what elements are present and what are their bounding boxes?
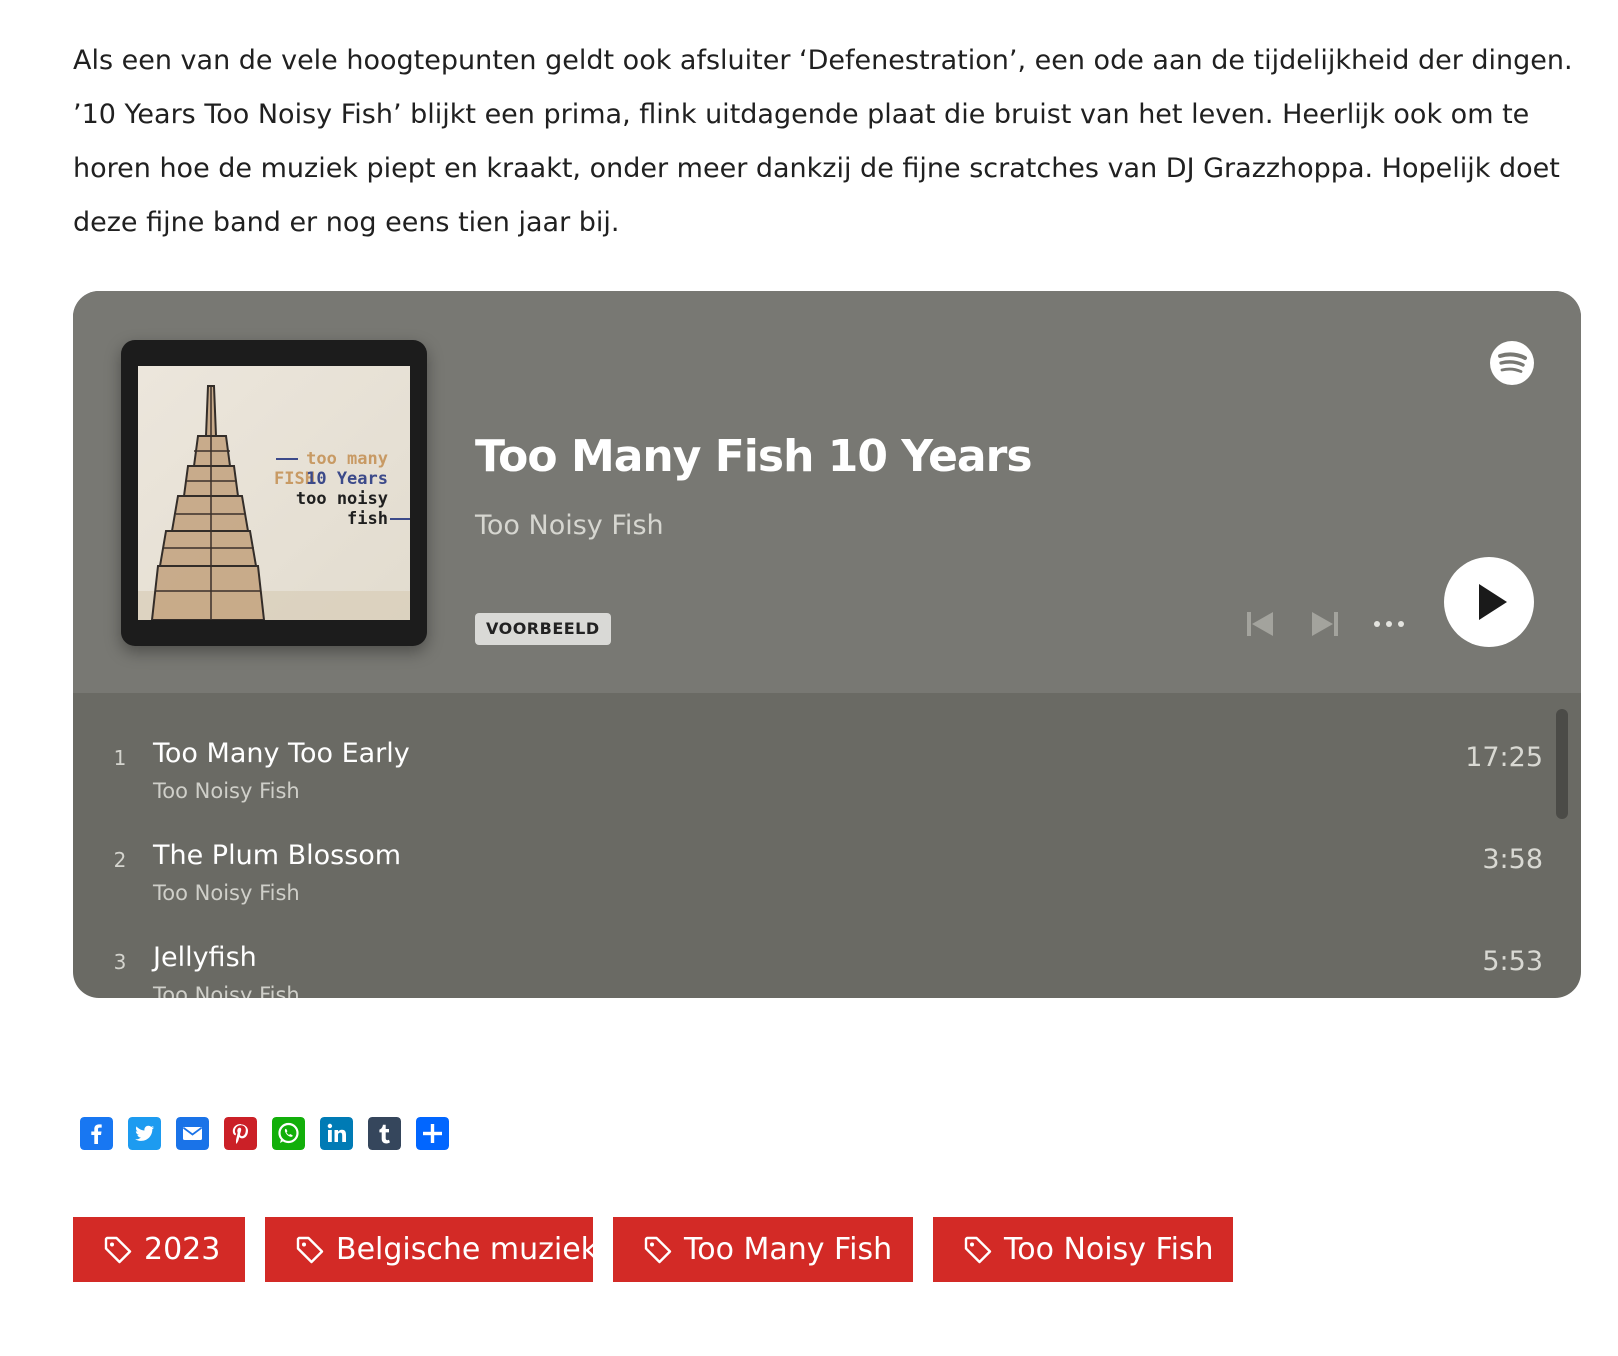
track-artist: Too Noisy Fish — [153, 881, 300, 905]
cover-text-line1: too many — [306, 449, 388, 469]
linkedin-icon[interactable] — [320, 1117, 353, 1150]
preview-badge: VOORBEELD — [475, 613, 611, 645]
track-duration: 5:53 — [1482, 946, 1543, 977]
track-artist: Too Noisy Fish — [153, 983, 300, 998]
album-artist[interactable]: Too Noisy Fish — [475, 510, 664, 541]
article-paragraph: Als een van de vele hoogtepunten geldt o… — [73, 45, 1573, 238]
cover-text-line2b: 10 Years — [306, 469, 388, 489]
track-number: 2 — [113, 848, 127, 872]
cover-text-line3: too noisy — [296, 489, 388, 509]
tracklist-scrollbar[interactable] — [1556, 709, 1568, 819]
album-cover[interactable]: too many FISH 10 Years too noisy fish — [121, 340, 427, 646]
track-row[interactable]: 1 Too Many Too Early Too Noisy Fish 17:2… — [73, 708, 1543, 808]
next-track-icon[interactable] — [1305, 604, 1345, 644]
track-artist: Too Noisy Fish — [153, 779, 300, 803]
tumblr-icon[interactable] — [368, 1117, 401, 1150]
track-number: 3 — [113, 950, 127, 974]
track-title: Too Many Too Early — [153, 738, 410, 769]
track-duration: 3:58 — [1482, 844, 1543, 875]
tag-link[interactable]: Belgische muziek — [265, 1217, 598, 1282]
previous-track-icon[interactable] — [1240, 604, 1280, 644]
tag-icon — [296, 1236, 324, 1264]
play-button[interactable] — [1444, 557, 1534, 647]
track-title: The Plum Blossom — [153, 840, 402, 871]
tag-label: Belgische muziek — [336, 1232, 599, 1267]
tag-link[interactable]: Too Many Fish — [613, 1217, 913, 1282]
email-icon[interactable] — [176, 1117, 209, 1150]
pinterest-icon[interactable] — [224, 1117, 257, 1150]
tag-label: Too Many Fish — [684, 1232, 893, 1267]
tag-label: 2023 — [144, 1232, 221, 1267]
facebook-icon[interactable] — [80, 1117, 113, 1150]
tag-icon — [964, 1236, 992, 1264]
cover-text-line4: fish — [347, 509, 388, 529]
add-share-icon[interactable] — [416, 1117, 449, 1150]
whatsapp-icon[interactable] — [272, 1117, 305, 1150]
tag-link[interactable]: 2023 — [73, 1217, 245, 1282]
album-title[interactable]: Too Many Fish 10 Years — [475, 431, 1033, 482]
track-row[interactable]: 3 Jellyfish Too Noisy Fish 5:53 — [73, 912, 1543, 998]
album-cover-art: too many FISH 10 Years too noisy fish — [138, 366, 410, 620]
tag-icon — [104, 1236, 132, 1264]
track-title: Jellyfish — [153, 942, 257, 973]
spotify-embed: too many FISH 10 Years too noisy fish To… — [73, 291, 1581, 998]
tag-icon — [644, 1236, 672, 1264]
track-row[interactable]: 2 The Plum Blossom Too Noisy Fish 3:58 — [73, 810, 1543, 910]
track-duration: 17:25 — [1465, 742, 1543, 773]
tag-link[interactable]: Too Noisy Fish — [933, 1217, 1233, 1282]
more-options-icon[interactable] — [1369, 604, 1409, 644]
twitter-icon[interactable] — [128, 1117, 161, 1150]
track-number: 1 — [113, 746, 127, 770]
embed-header: too many FISH 10 Years too noisy fish To… — [73, 291, 1581, 693]
spotify-icon[interactable] — [1489, 340, 1535, 386]
play-icon — [1479, 584, 1507, 620]
track-list: 1 Too Many Too Early Too Noisy Fish 17:2… — [73, 693, 1581, 998]
tag-label: Too Noisy Fish — [1004, 1232, 1214, 1267]
